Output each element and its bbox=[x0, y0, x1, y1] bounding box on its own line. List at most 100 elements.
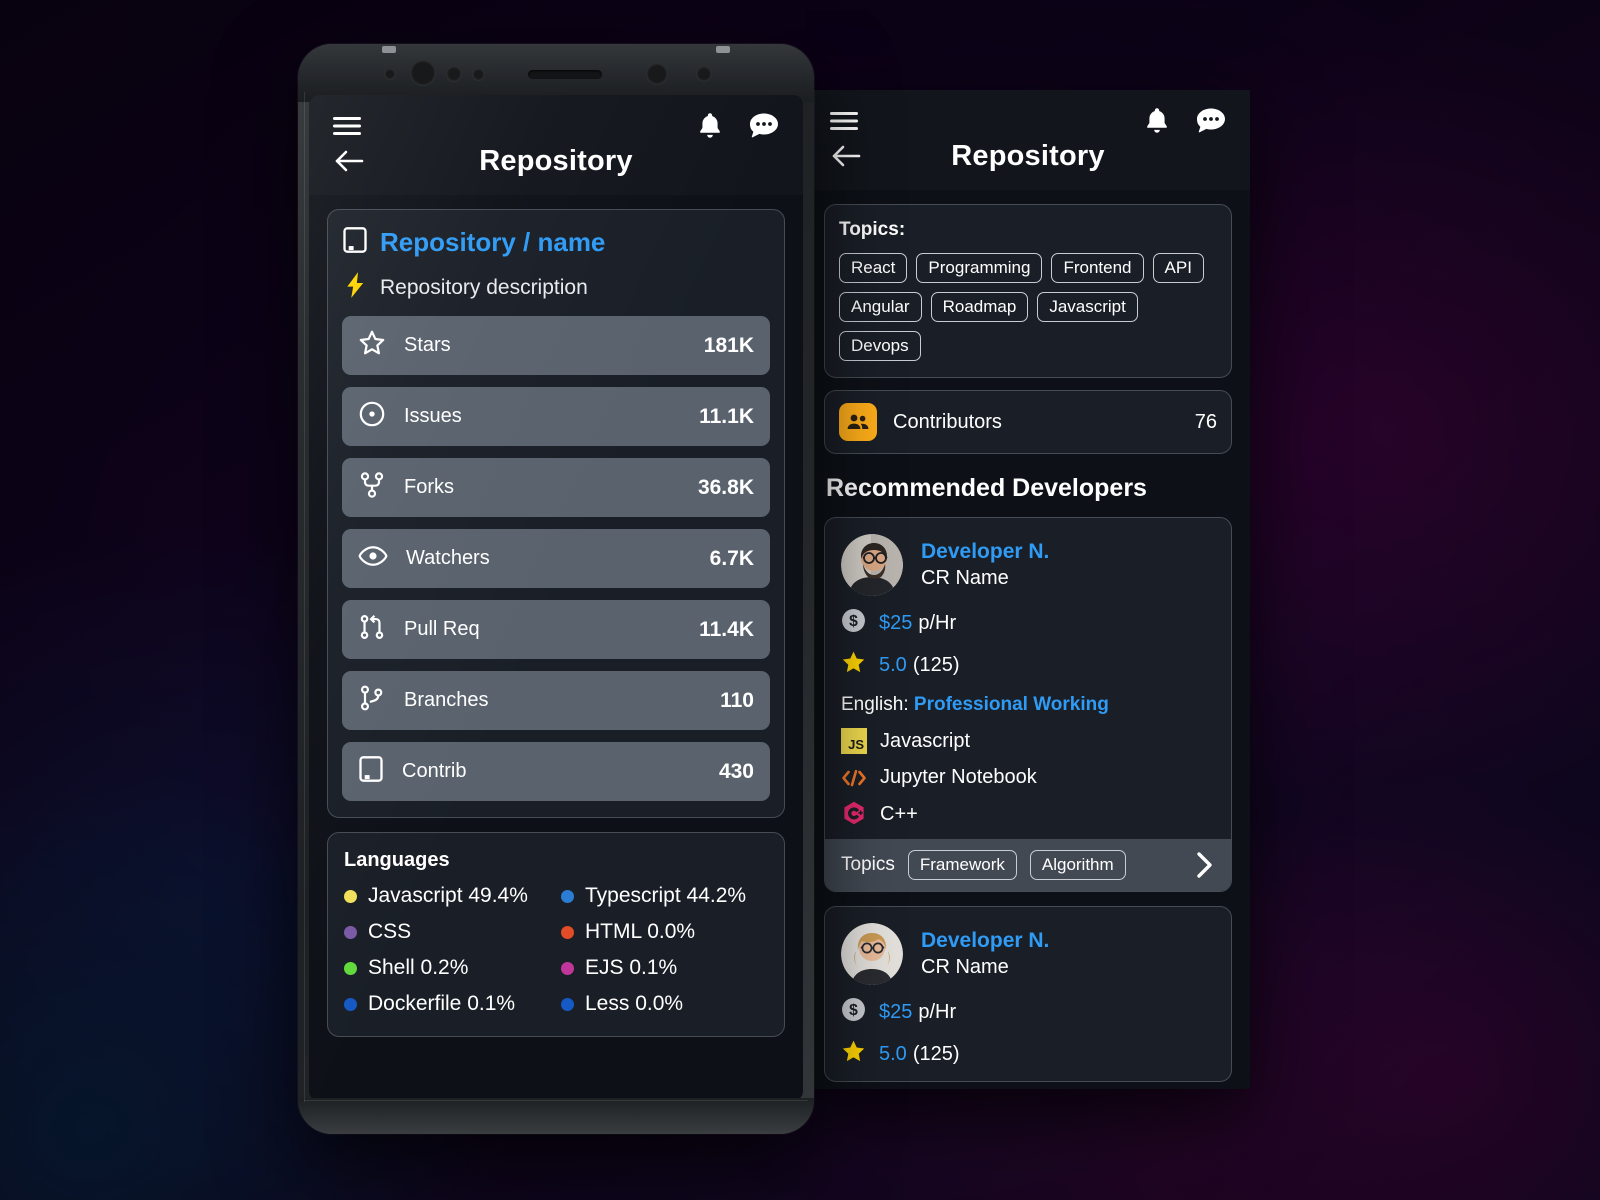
language-color-dot bbox=[561, 961, 574, 975]
stat-value: 6.7K bbox=[709, 546, 754, 570]
stat-row[interactable]: Issues 11.1K bbox=[342, 387, 770, 446]
stat-row[interactable]: Watchers 6.7K bbox=[342, 529, 770, 588]
svg-text:$: $ bbox=[849, 613, 858, 630]
repository-name[interactable]: Repository / name bbox=[380, 227, 605, 258]
lightning-bolt-icon bbox=[342, 271, 368, 304]
chat-bubble-icon[interactable] bbox=[749, 112, 779, 140]
svg-text:$: $ bbox=[849, 1002, 858, 1019]
repository-card: Repository / name Repository description… bbox=[327, 209, 785, 818]
language-item: Shell 0.2% bbox=[344, 956, 551, 980]
phone-top-bezel bbox=[298, 44, 814, 102]
developer-header: Developer N. CR Name bbox=[841, 923, 1215, 985]
hamburger-menu-icon[interactable] bbox=[830, 111, 858, 131]
recommended-developers-heading: Recommended Developers bbox=[826, 474, 1147, 502]
dollar-coin-icon: $ bbox=[841, 608, 866, 638]
left-appbar-title-row: Repository bbox=[309, 143, 803, 195]
language-color-dot bbox=[561, 925, 574, 939]
hamburger-menu-icon[interactable] bbox=[333, 116, 361, 136]
topic-chip[interactable]: Devops bbox=[839, 331, 921, 361]
stat-label: Stars bbox=[404, 334, 451, 356]
left-phone-screen: Repository Repository / name Repository … bbox=[309, 95, 803, 1101]
right-scroll-area: Topics: React Programming Frontend API A… bbox=[806, 190, 1250, 1082]
topic-chip[interactable]: React bbox=[839, 253, 908, 283]
stat-row[interactable]: Stars 181K bbox=[342, 316, 770, 375]
topic-chip[interactable]: Programming bbox=[916, 253, 1043, 283]
developer-subtitle: CR Name bbox=[921, 956, 1009, 978]
avatar bbox=[841, 534, 903, 596]
developer-name[interactable]: Developer N. bbox=[921, 929, 1049, 953]
right-phone-screen: Repository Topics: React Programming Fro… bbox=[806, 90, 1250, 1089]
footer-topic-chip[interactable]: Framework bbox=[907, 850, 1017, 880]
repo-book-icon bbox=[358, 755, 384, 788]
developer-name[interactable]: Developer N. bbox=[921, 540, 1049, 564]
languages-grid: Javascript 49.4% Typescript 44.2% CSS HT… bbox=[344, 884, 768, 1016]
topic-chip[interactable]: Roadmap bbox=[930, 292, 1029, 322]
developer-card[interactable]: Developer N. CR Name $ $25 p/Hr 5.0 (125… bbox=[824, 517, 1232, 892]
developer-rate-value: $25 bbox=[879, 611, 913, 634]
device-glare-line bbox=[304, 92, 305, 1102]
notification-bell-icon[interactable] bbox=[1144, 106, 1170, 136]
stat-row[interactable]: Contrib 430 bbox=[342, 742, 770, 801]
language-item: Typescript 44.2% bbox=[561, 884, 768, 908]
left-scroll-area: Repository / name Repository description… bbox=[309, 195, 803, 1037]
stat-label: Branches bbox=[404, 689, 489, 711]
stat-value: 11.1K bbox=[699, 404, 754, 428]
contributors-row[interactable]: Contributors 76 bbox=[824, 390, 1232, 454]
developer-rating: 5.0 bbox=[879, 653, 907, 676]
topic-chip[interactable]: Frontend bbox=[1051, 253, 1144, 283]
stat-label: Issues bbox=[404, 405, 462, 427]
english-level: Professional Working bbox=[913, 694, 1109, 715]
developer-card-body: Developer N. CR Name $ $25 p/Hr 5.0 (125… bbox=[825, 518, 1231, 839]
page-title: Repository bbox=[479, 144, 633, 177]
language-label: HTML 0.0% bbox=[585, 920, 696, 943]
stat-row[interactable]: Forks 36.8K bbox=[342, 458, 770, 517]
language-item: EJS 0.1% bbox=[561, 956, 768, 980]
cpp-hexagon-icon bbox=[841, 801, 867, 827]
page-title: Repository bbox=[951, 139, 1105, 172]
issue-icon bbox=[358, 400, 386, 433]
developer-rate-value: $25 bbox=[879, 1000, 913, 1023]
notification-bell-icon[interactable] bbox=[697, 111, 723, 141]
language-label: Less 0.0% bbox=[585, 992, 684, 1015]
language-color-dot bbox=[561, 997, 574, 1011]
chat-bubble-icon[interactable] bbox=[1196, 107, 1226, 135]
language-color-dot bbox=[561, 889, 574, 903]
language-label: Dockerfile 0.1% bbox=[368, 992, 516, 1015]
chevron-right-icon[interactable] bbox=[1193, 850, 1215, 880]
stat-value: 110 bbox=[720, 688, 754, 712]
developer-rate-unit: p/Hr bbox=[918, 1000, 957, 1023]
skill-name: Javascript bbox=[880, 729, 971, 752]
language-item: CSS bbox=[344, 920, 551, 944]
front-camera-icon bbox=[410, 60, 436, 86]
topic-chip[interactable]: Javascript bbox=[1037, 292, 1138, 322]
stat-row[interactable]: Pull Req 11.4K bbox=[342, 600, 770, 659]
developer-identity: Developer N. CR Name bbox=[921, 540, 1049, 590]
stat-value: 36.8K bbox=[697, 475, 754, 499]
topic-chip[interactable]: API bbox=[1152, 253, 1204, 283]
topics-chip-list: React Programming Frontend API Angular R… bbox=[839, 253, 1217, 361]
branch-icon bbox=[358, 684, 386, 717]
topics-card: Topics: React Programming Frontend API A… bbox=[824, 204, 1232, 378]
language-color-dot bbox=[344, 889, 357, 903]
language-label: CSS bbox=[368, 920, 412, 943]
avatar bbox=[841, 923, 903, 985]
developer-card-body: Developer N. CR Name $ $25 p/Hr 5.0 (125… bbox=[825, 907, 1231, 1081]
developer-card[interactable]: Developer N. CR Name $ $25 p/Hr 5.0 (125… bbox=[824, 906, 1232, 1082]
footer-topic-chip[interactable]: Algorithm bbox=[1029, 850, 1126, 880]
stat-row[interactable]: Branches 110 bbox=[342, 671, 770, 730]
language-color-dot bbox=[344, 997, 357, 1011]
developer-identity: Developer N. CR Name bbox=[921, 929, 1049, 979]
star-filled-icon bbox=[841, 650, 866, 680]
developer-card-footer: Topics Framework Algorithm bbox=[825, 839, 1231, 891]
developer-skill: Jupyter Notebook bbox=[841, 766, 1215, 789]
language-color-dot bbox=[344, 961, 357, 975]
led-indicator-icon bbox=[696, 66, 712, 82]
developer-subtitle: CR Name bbox=[921, 567, 1009, 589]
dollar-coin-icon: $ bbox=[841, 997, 866, 1027]
developer-rating-count: (125) bbox=[912, 1042, 960, 1065]
language-item: HTML 0.0% bbox=[561, 920, 768, 944]
skill-name: Jupyter Notebook bbox=[880, 766, 1037, 788]
topic-chip[interactable]: Angular bbox=[839, 292, 922, 322]
stat-label: Contrib bbox=[402, 760, 467, 782]
secondary-camera-icon bbox=[646, 63, 668, 85]
